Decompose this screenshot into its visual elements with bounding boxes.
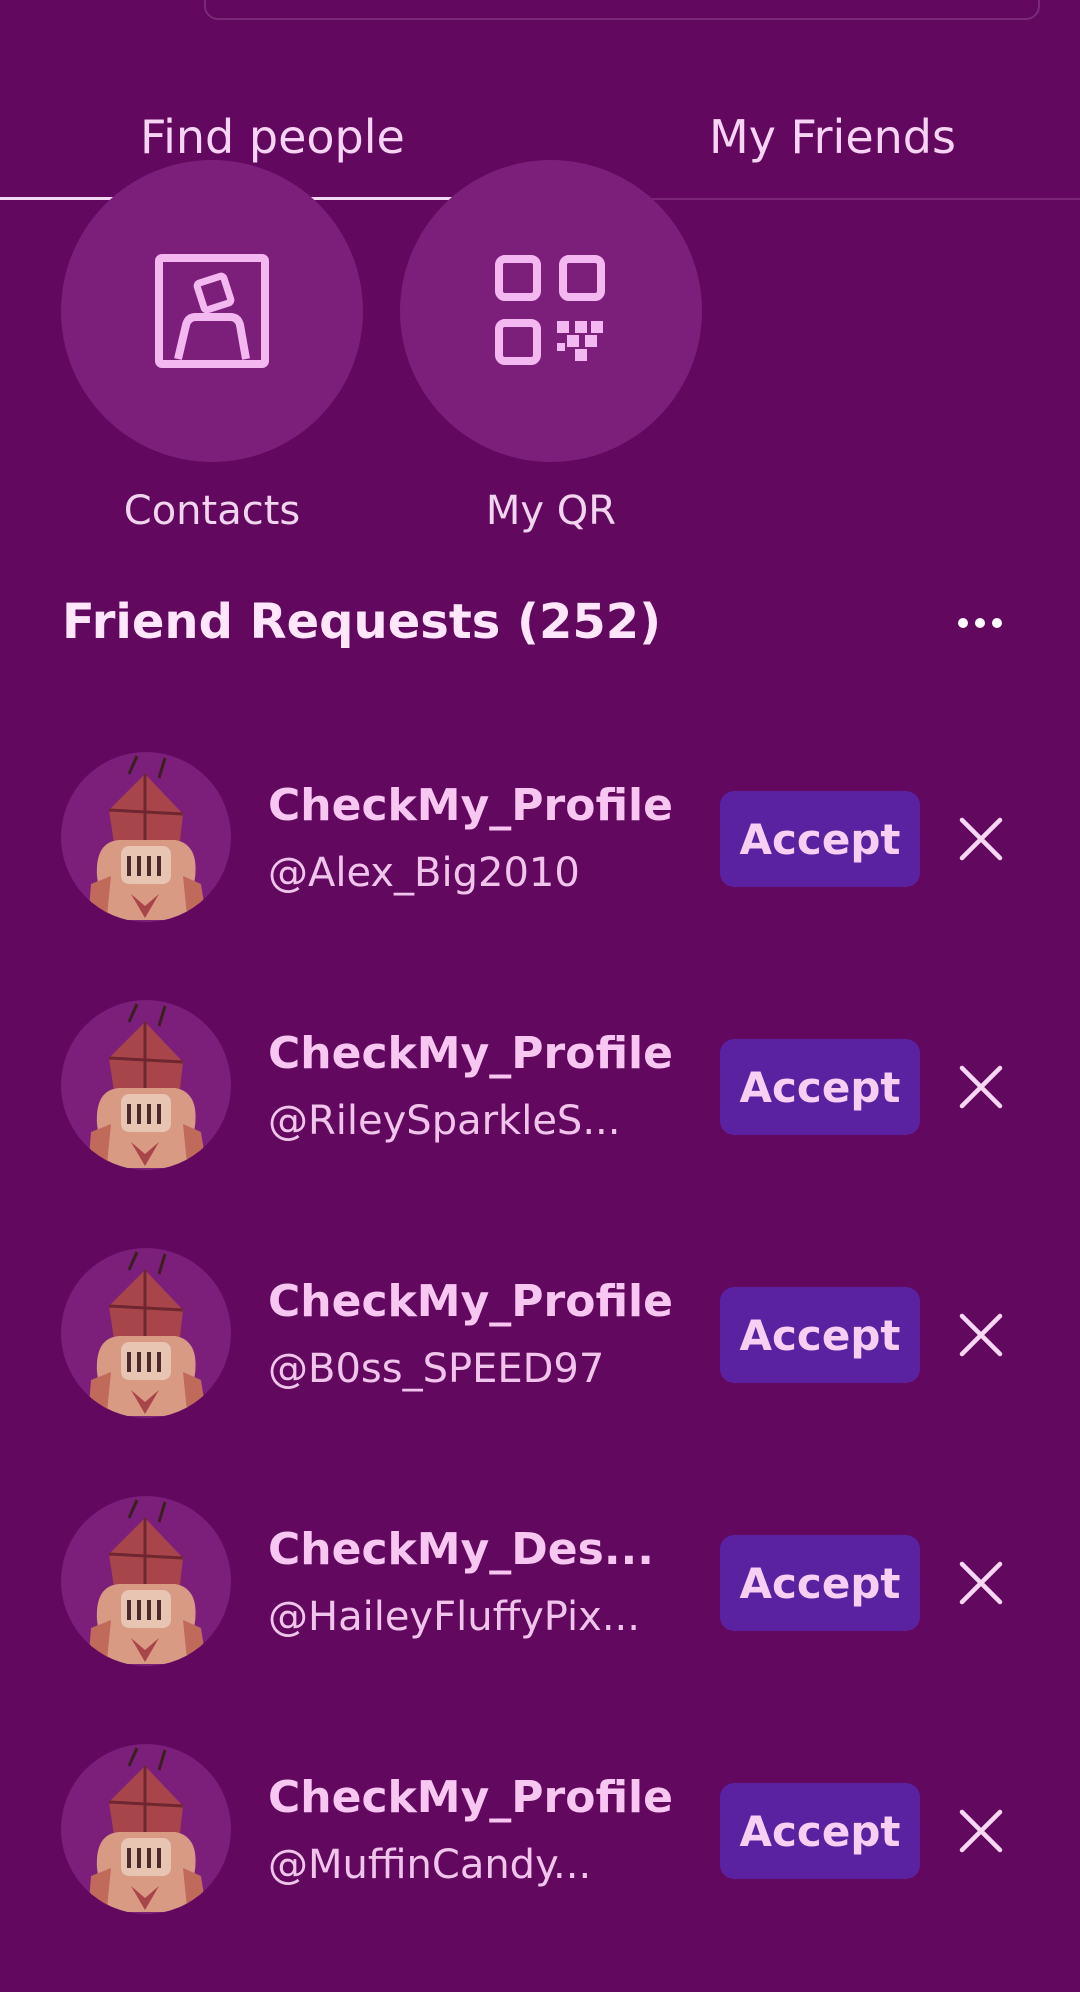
- avatar-image: [89, 1003, 205, 1168]
- my-qr-shortcut[interactable]: My QR: [400, 160, 702, 534]
- avatar[interactable]: [61, 1744, 231, 1914]
- contacts-shortcut-circle[interactable]: [61, 160, 363, 462]
- avatar-image: [89, 755, 205, 920]
- accept-button[interactable]: Accept: [720, 1535, 920, 1631]
- requester-name: CheckMy_Profile: [268, 1028, 673, 1079]
- avatar[interactable]: [61, 752, 231, 922]
- more-options-button[interactable]: [950, 605, 1010, 641]
- requester-handle: @HaileyFluffyPix...: [268, 1594, 640, 1640]
- close-icon: [959, 1561, 1003, 1605]
- qr-code-icon: [495, 255, 605, 365]
- close-icon: [959, 1313, 1003, 1357]
- ellipsis-icon: [958, 618, 1002, 628]
- requester-handle: @MuffinCandy...: [268, 1842, 592, 1888]
- friend-request-row: CheckMy_Profile @MuffinCandy... Accept: [0, 1744, 1080, 1992]
- requester-name: CheckMy_Profile: [268, 1772, 673, 1823]
- avatar-image: [89, 1499, 205, 1664]
- requester-name: CheckMy_Profile: [268, 780, 673, 831]
- close-icon: [959, 817, 1003, 861]
- friend-request-row: CheckMy_Profile @RileySparkleS... Accept: [0, 1000, 1080, 1248]
- requester-name: CheckMy_Profile: [268, 1276, 673, 1327]
- requester-handle: @Alex_Big2010: [268, 850, 580, 896]
- avatar[interactable]: [61, 1496, 231, 1666]
- tab-find-people[interactable]: Find people: [140, 110, 405, 164]
- decline-button[interactable]: [956, 1806, 1006, 1856]
- decline-button[interactable]: [956, 814, 1006, 864]
- decline-button[interactable]: [956, 1558, 1006, 1608]
- requester-name: CheckMy_Des...: [268, 1524, 654, 1575]
- avatar[interactable]: [61, 1248, 231, 1418]
- friend-requests-title: Friend Requests (252): [62, 594, 662, 650]
- close-icon: [959, 1065, 1003, 1109]
- contacts-icon: [155, 254, 269, 368]
- my-qr-label: My QR: [485, 488, 617, 534]
- search-bar-edge[interactable]: [204, 0, 1040, 20]
- avatar[interactable]: [61, 1000, 231, 1170]
- friend-request-list: CheckMy_Profile @Alex_Big2010 Accept Che…: [0, 752, 1080, 1992]
- accept-button[interactable]: Accept: [720, 1039, 920, 1135]
- tab-my-friends[interactable]: My Friends: [709, 110, 956, 164]
- friend-request-row: CheckMy_Profile @Alex_Big2010 Accept: [0, 752, 1080, 1000]
- accept-button[interactable]: Accept: [720, 791, 920, 887]
- requester-handle: @RileySparkleS...: [268, 1098, 621, 1144]
- contacts-label: Contacts: [123, 488, 301, 534]
- accept-button[interactable]: Accept: [720, 1783, 920, 1879]
- my-qr-shortcut-circle[interactable]: [400, 160, 702, 462]
- contacts-shortcut[interactable]: Contacts: [61, 160, 363, 534]
- accept-button[interactable]: Accept: [720, 1287, 920, 1383]
- avatar-image: [89, 1251, 205, 1416]
- requester-handle: @B0ss_SPEED97: [268, 1346, 605, 1392]
- decline-button[interactable]: [956, 1062, 1006, 1112]
- avatar-image: [89, 1747, 205, 1912]
- friend-request-row: CheckMy_Des... @HaileyFluffyPix... Accep…: [0, 1496, 1080, 1744]
- close-icon: [959, 1809, 1003, 1853]
- friend-request-row: CheckMy_Profile @B0ss_SPEED97 Accept: [0, 1248, 1080, 1496]
- decline-button[interactable]: [956, 1310, 1006, 1360]
